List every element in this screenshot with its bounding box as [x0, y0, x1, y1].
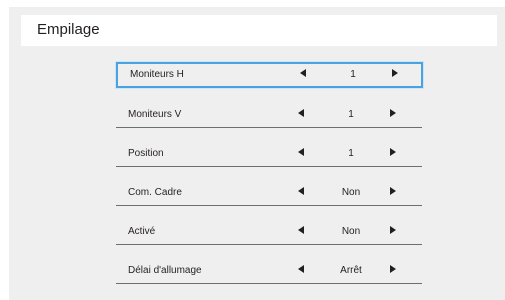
menu-item-delai-allumage[interactable]: Délai d'allumage Arrêt: [116, 258, 422, 284]
arrow-left-icon[interactable]: [298, 187, 304, 195]
menu-item-value: 1: [350, 69, 356, 80]
menu-item-label: Moniteurs V: [128, 109, 182, 120]
menu-item-label: Activé: [128, 226, 156, 237]
arrow-left-icon[interactable]: [298, 148, 304, 156]
menu-item-value: Non: [341, 187, 361, 198]
menu-item-position[interactable]: Position 1: [116, 141, 422, 167]
menu-item-value: 1: [348, 148, 354, 159]
menu-item-moniteurs-h[interactable]: Moniteurs H 1: [116, 62, 423, 88]
menu-item-active[interactable]: Activé Non: [116, 219, 422, 245]
menu-item-com-cadre[interactable]: Com. Cadre Non: [116, 180, 422, 206]
menu-item-value: Arrêt: [340, 265, 362, 276]
osd-menu-window: Empilage Moniteurs H 1 Moniteurs V 1 Pos…: [9, 7, 505, 300]
arrow-right-icon[interactable]: [390, 265, 396, 273]
arrow-right-icon[interactable]: [390, 148, 396, 156]
arrow-left-icon[interactable]: [300, 69, 306, 77]
menu-item-label: Com. Cadre: [128, 187, 182, 198]
arrow-right-icon[interactable]: [390, 187, 396, 195]
menu-item-label: Position: [128, 148, 164, 159]
menu-item-label: Moniteurs H: [130, 69, 184, 80]
arrow-right-icon[interactable]: [390, 226, 396, 234]
arrow-left-icon[interactable]: [298, 109, 304, 117]
menu-item-value: 1: [348, 109, 354, 120]
menu-list: Moniteurs H 1 Moniteurs V 1 Position 1 C…: [9, 7, 505, 300]
arrow-right-icon[interactable]: [392, 69, 398, 77]
arrow-left-icon[interactable]: [298, 226, 304, 234]
menu-item-label: Délai d'allumage: [128, 265, 202, 276]
menu-item-moniteurs-v[interactable]: Moniteurs V 1: [116, 102, 422, 128]
arrow-right-icon[interactable]: [390, 109, 396, 117]
screen: Empilage Moniteurs H 1 Moniteurs V 1 Pos…: [0, 0, 505, 300]
arrow-left-icon[interactable]: [298, 265, 304, 273]
menu-item-value: Non: [341, 226, 361, 237]
